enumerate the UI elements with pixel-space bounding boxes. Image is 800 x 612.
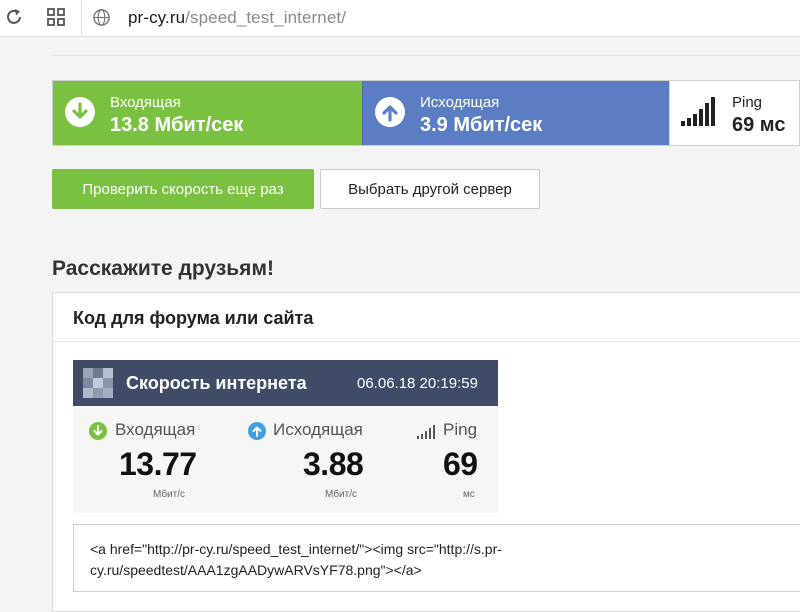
upload-label: Исходящая bbox=[420, 94, 500, 111]
choose-server-button[interactable]: Выбрать другой сервер bbox=[320, 169, 540, 209]
share-heading: Расскажите друзьям! bbox=[52, 257, 274, 280]
url-path: /speed_test_internet/ bbox=[185, 8, 347, 27]
widget-download-label: Входящая bbox=[115, 420, 196, 439]
arrow-up-circle-icon bbox=[375, 97, 405, 127]
arrow-up-circle-icon bbox=[248, 422, 266, 440]
ping-label: Ping bbox=[732, 94, 763, 111]
address-bar[interactable]: pr-cy.ru/speed_test_internet/ bbox=[128, 8, 346, 28]
browser-toolbar: pr-cy.ru/speed_test_internet/ bbox=[0, 0, 800, 37]
url-domain: pr-cy.ru bbox=[128, 8, 186, 27]
signal-bars-icon bbox=[680, 95, 716, 129]
widget-header: Скорость интернета 06.06.18 20:19:59 bbox=[73, 360, 498, 406]
upload-value: 3.9 Мбит/сек bbox=[420, 114, 543, 136]
speed-widget-preview: Скорость интернета 06.06.18 20:19:59 Вхо… bbox=[73, 360, 498, 513]
section-divider bbox=[52, 55, 800, 56]
widget-title: Скорость интернета bbox=[126, 373, 307, 393]
ping-value: 69 мс bbox=[732, 114, 786, 136]
reload-icon[interactable] bbox=[4, 7, 24, 27]
apps-grid-icon[interactable] bbox=[46, 7, 66, 27]
recheck-speed-button[interactable]: Проверить скорость еще раз bbox=[52, 169, 314, 209]
widget-upload-label: Исходящая bbox=[273, 420, 363, 439]
toolbar-divider bbox=[81, 0, 82, 36]
speed-results-panel: Входящая 13.8 Мбит/сек Исходящая 3.9 Мби… bbox=[52, 80, 800, 146]
embed-code-field[interactable]: <a href="http://pr-cy.ru/speed_test_inte… bbox=[73, 524, 800, 592]
widget-download-value: 13.77 bbox=[119, 446, 197, 482]
download-result: Входящая 13.8 Мбит/сек bbox=[53, 81, 362, 145]
widget-download: Входящая 13.77 Мбит/с bbox=[73, 406, 213, 513]
ping-result: Ping 69 мс bbox=[669, 81, 799, 145]
globe-icon bbox=[92, 8, 111, 27]
logo-icon bbox=[83, 368, 113, 398]
widget-upload: Исходящая 3.88 Мбит/с bbox=[233, 406, 383, 513]
widget-ping-label: Ping bbox=[443, 420, 478, 439]
widget-upload-unit: Мбит/с bbox=[325, 489, 358, 500]
card-divider bbox=[53, 341, 800, 342]
upload-result: Исходящая 3.9 Мбит/сек bbox=[362, 81, 670, 145]
widget-datetime: 06.06.18 20:19:59 bbox=[357, 375, 478, 392]
widget-ping-value: 69 bbox=[443, 446, 478, 482]
download-label: Входящая bbox=[110, 94, 181, 111]
widget-download-unit: Мбит/с bbox=[153, 489, 186, 500]
card-title: Код для форума или сайта bbox=[73, 308, 314, 328]
widget-ping-unit: мс bbox=[463, 489, 475, 500]
arrow-down-circle-icon bbox=[89, 422, 107, 440]
embed-code-card: Код для форума или сайта Скорость интерн… bbox=[52, 292, 800, 612]
signal-bars-icon bbox=[417, 422, 435, 440]
widget-ping: Ping 69 мс bbox=[403, 406, 498, 513]
download-value: 13.8 Мбит/сек bbox=[110, 114, 244, 136]
arrow-down-circle-icon bbox=[65, 97, 95, 127]
widget-upload-value: 3.88 bbox=[303, 446, 364, 482]
